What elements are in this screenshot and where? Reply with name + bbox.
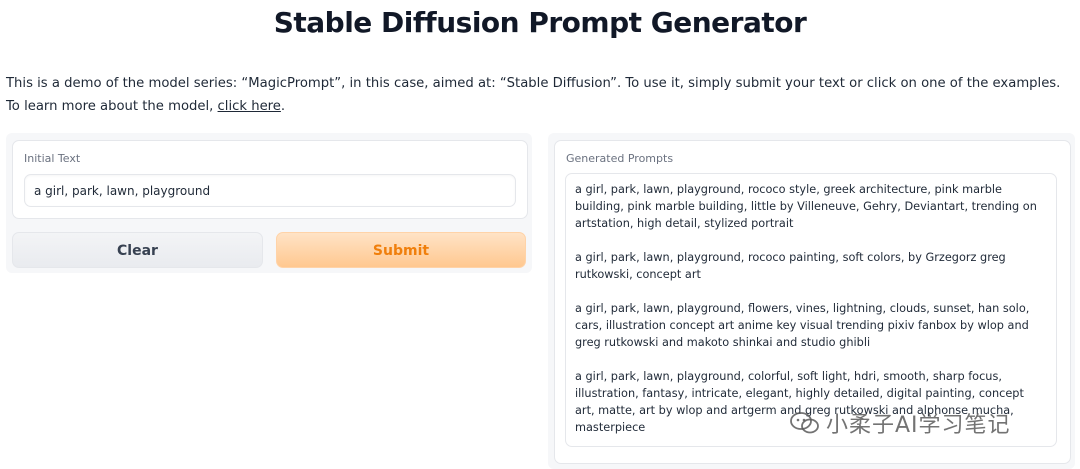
initial-text-label: Initial Text [24,152,81,165]
watermark-text: 小柔子AI学习笔记 [826,413,1011,438]
initial-text-block: Initial Text a girl, park, lawn, playgro… [12,140,528,219]
description: This is a demo of the model series: “Mag… [6,72,1066,118]
prompt-item-3: a girl, park, lawn, playground, flowers,… [575,302,1030,349]
generated-prompts-label: Generated Prompts [566,152,674,165]
page-title: Stable Diffusion Prompt Generator [273,6,807,39]
description-text: This is a demo of the model series: “Mag… [6,76,1061,114]
prompt-item-1: a girl, park, lawn, playground, rococo s… [575,183,1037,230]
prompt-item-2: a girl, park, lawn, playground, rococo p… [575,251,1006,281]
clear-button[interactable]: Clear [12,232,263,268]
watermark: 小柔子AI学习笔记 [790,408,1011,438]
page: Stable Diffusion Prompt Generator This i… [0,0,1080,469]
generated-prompts-output[interactable]: a girl, park, lawn, playground, rococo s… [565,173,1057,447]
initial-text-input[interactable]: a girl, park, lawn, playground [24,174,516,207]
wechat-icon [790,412,819,434]
description-end: . [280,99,286,114]
learn-more-link[interactable]: click here [218,99,281,114]
submit-button[interactable]: Submit [276,232,526,268]
